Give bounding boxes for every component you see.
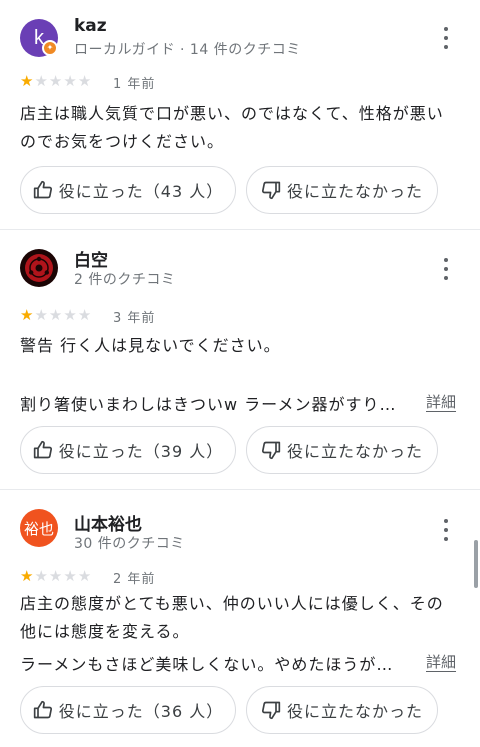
not-helpful-button[interactable]: 役に立たなかった	[246, 166, 438, 214]
star-rating: ★ ★ ★ ★ ★	[20, 568, 91, 584]
star-icon: ★	[34, 306, 48, 324]
scrollbar[interactable]	[474, 540, 478, 588]
thumb-down-icon	[261, 701, 281, 720]
review-text-line: 店主は職人気質で口が悪い、のではなくて、性格が悪い	[20, 104, 444, 123]
review-date: 1 年前	[113, 77, 156, 92]
more-link[interactable]: 詳細	[426, 651, 456, 672]
star-icon: ★	[20, 567, 34, 585]
more-vert-icon[interactable]	[436, 255, 456, 283]
star-rating: ★ ★ ★ ★ ★	[20, 307, 91, 323]
helpful-label: 役に立った（39 人）	[58, 442, 224, 461]
star-rating: ★ ★ ★ ★ ★	[20, 73, 91, 89]
review-card: 白空 2 件のクチコミ ★ ★ ★ ★ ★ 3 年前 警告 行く人は見ないでくだ…	[0, 230, 480, 489]
reviewer-meta: 2 件のクチコミ	[74, 272, 176, 288]
star-icon: ★	[20, 306, 34, 324]
more-vert-icon[interactable]	[436, 516, 456, 544]
helpful-label: 役に立った（36 人）	[58, 702, 224, 721]
reviewer-name[interactable]: kaz	[74, 16, 107, 36]
not-helpful-button[interactable]: 役に立たなかった	[246, 686, 438, 734]
star-icon: ★	[48, 72, 63, 90]
star-icon: ★	[20, 72, 34, 90]
star-icon: ★	[48, 306, 63, 324]
review-date: 2 年前	[113, 572, 156, 587]
review-date: 3 年前	[113, 311, 156, 326]
reviewer-name[interactable]: 白空	[74, 246, 108, 271]
review-text-line: 店主の態度がとても悪い、仲のいい人には優しく、その	[20, 594, 444, 613]
avatar[interactable]	[20, 249, 58, 287]
helpful-label: 役に立った（43 人）	[58, 182, 224, 201]
star-icon: ★	[77, 306, 92, 324]
not-helpful-button[interactable]: 役に立たなかった	[246, 426, 438, 474]
review-text-line: のでお気をつけください。	[20, 132, 225, 151]
thumb-up-icon	[33, 700, 52, 719]
review-text: 店主の態度がとても悪い、仲のいい人には優しく、その 他には態度を変える。	[20, 590, 460, 646]
reviewer-name[interactable]: 山本裕也	[74, 510, 142, 535]
not-helpful-label: 役に立たなかった	[286, 702, 423, 721]
reviewer-meta: ローカルガイド · 14 件のクチコミ	[74, 42, 301, 58]
local-guide-badge-icon: ✦	[42, 40, 58, 56]
thumb-up-icon	[33, 440, 52, 459]
star-icon: ★	[77, 567, 92, 585]
not-helpful-label: 役に立たなかった	[286, 442, 423, 461]
thumb-down-icon	[261, 441, 281, 460]
thumb-down-icon	[261, 181, 281, 200]
review-text: 警告 行く人は見ないでください。	[20, 336, 281, 355]
helpful-button[interactable]: 役に立った（43 人）	[20, 166, 236, 214]
review-text-truncated: 割り箸使いまわしはきついw ラーメン器がすり…	[20, 395, 397, 414]
review-text: 店主は職人気質で口が悪い、のではなくて、性格が悪い のでお気をつけください。	[20, 100, 460, 156]
not-helpful-label: 役に立たなかった	[286, 182, 423, 201]
star-icon: ★	[34, 72, 48, 90]
review-text-truncated: ラーメンもさほど美味しくない。やめたほうが…	[20, 655, 394, 674]
more-vert-icon[interactable]	[436, 24, 456, 52]
star-icon: ★	[63, 306, 77, 324]
thumb-up-icon	[33, 180, 52, 199]
avatar-text: 裕也	[23, 519, 54, 538]
helpful-button[interactable]: 役に立った（36 人）	[20, 686, 236, 734]
review-card: 裕也 山本裕也 30 件のクチコミ ★ ★ ★ ★ ★ 2 年前 店主の態度がと…	[0, 490, 480, 747]
reviewer-meta: 30 件のクチコミ	[74, 536, 185, 552]
star-icon: ★	[63, 567, 77, 585]
review-text-line: 他には態度を変える。	[20, 622, 190, 641]
star-icon: ★	[63, 72, 77, 90]
review-card: k ✦ kaz ローカルガイド · 14 件のクチコミ ★ ★ ★ ★ ★ 1 …	[0, 0, 480, 229]
avatar[interactable]: 裕也	[20, 509, 58, 547]
star-icon: ★	[77, 72, 92, 90]
sharingan-avatar-icon	[21, 250, 57, 286]
helpful-button[interactable]: 役に立った（39 人）	[20, 426, 236, 474]
star-icon: ★	[34, 567, 48, 585]
more-link[interactable]: 詳細	[426, 391, 456, 412]
star-icon: ★	[48, 567, 63, 585]
